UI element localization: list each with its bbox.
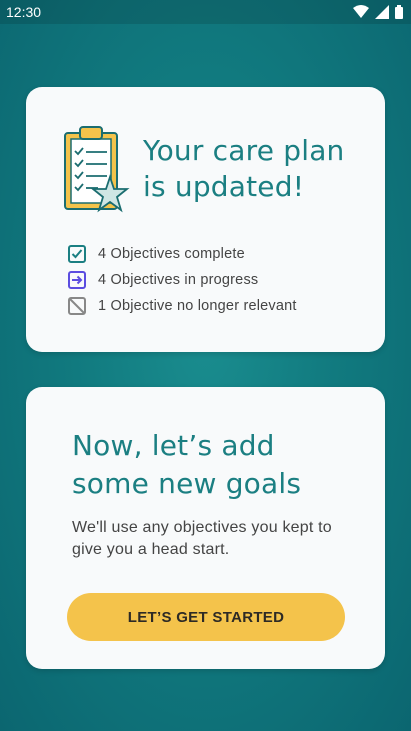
not-relevant-label: 1 Objective no longer relevant bbox=[98, 298, 297, 314]
objectives-summary: 4 Objectives complete 4 Objectives in pr… bbox=[68, 241, 297, 319]
clipboard-star-icon bbox=[64, 126, 130, 213]
list-item-in-progress: 4 Objectives in progress bbox=[68, 267, 297, 293]
list-item-complete: 4 Objectives complete bbox=[68, 241, 297, 267]
signal-icon bbox=[375, 5, 389, 19]
battery-icon bbox=[395, 5, 403, 19]
status-bar: 12:30 bbox=[0, 0, 411, 24]
status-icons bbox=[353, 5, 403, 19]
in-progress-label: 4 Objectives in progress bbox=[98, 272, 259, 288]
list-item-not-relevant: 1 Objective no longer relevant bbox=[68, 293, 297, 319]
new-goals-card: Now, let’s add some new goals We'll use … bbox=[26, 387, 385, 669]
new-goals-title: Now, let’s add some new goals bbox=[72, 429, 302, 500]
complete-label: 4 Objectives complete bbox=[98, 246, 245, 262]
lets-get-started-button[interactable]: LET’S GET STARTED bbox=[67, 593, 345, 641]
care-plan-updated-card: Your care plan is updated! 4 Objectives … bbox=[26, 87, 385, 352]
arrow-box-icon bbox=[68, 271, 86, 289]
crossed-box-icon bbox=[68, 297, 86, 315]
status-time: 12:30 bbox=[6, 4, 42, 20]
wifi-icon bbox=[353, 5, 369, 18]
checked-box-icon bbox=[68, 245, 86, 263]
care-plan-title: Your care plan is updated! bbox=[143, 134, 345, 203]
new-goals-description: We'll use any objectives you kept to giv… bbox=[72, 519, 332, 558]
